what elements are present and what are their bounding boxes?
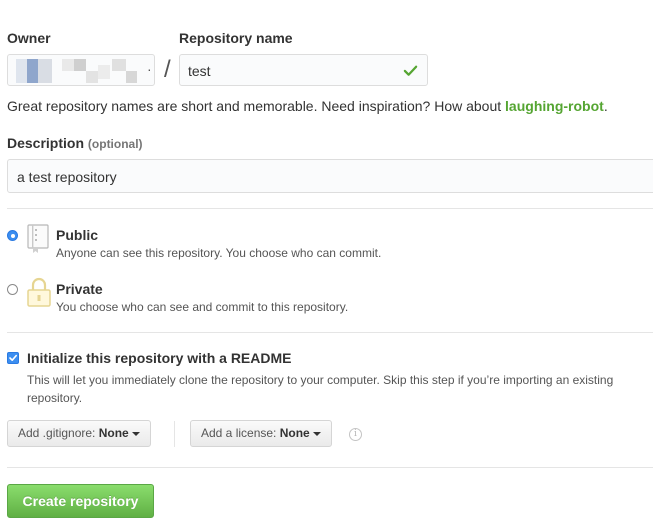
owner-label: Owner	[7, 30, 51, 46]
description-label: Description (optional)	[7, 135, 143, 151]
repo-name-value: test	[188, 63, 211, 79]
public-desc: Anyone can see this repository. You choo…	[56, 246, 382, 260]
owner-select[interactable]: ·	[7, 54, 155, 86]
divider	[7, 467, 653, 468]
repo-hint-suffix: .	[603, 98, 608, 114]
repo-book-icon	[27, 224, 49, 253]
optional-tag: (optional)	[87, 137, 143, 151]
divider	[7, 208, 653, 209]
repo-name-input[interactable]: test	[179, 54, 428, 86]
private-radio[interactable]	[7, 284, 18, 295]
license-dropdown[interactable]: Add a license: None	[190, 420, 332, 447]
caret-down-icon	[131, 431, 140, 436]
description-input[interactable]: a test repository	[7, 159, 653, 193]
readme-checkbox[interactable]	[7, 352, 19, 364]
vertical-divider	[174, 421, 175, 447]
name-suggestion-link[interactable]: laughing-robot	[505, 98, 604, 114]
divider	[7, 332, 653, 333]
public-title: Public	[56, 227, 99, 243]
license-prefix: Add a license:	[201, 426, 280, 440]
owner-dropdown-dot: ·	[147, 61, 152, 77]
lock-icon	[27, 277, 51, 307]
private-desc: You choose who can see and commit to thi…	[56, 300, 349, 314]
public-radio[interactable]	[7, 230, 18, 241]
caret-down-icon	[312, 431, 321, 436]
repo-name-hint: Great repository names are short and mem…	[7, 98, 608, 114]
description-value: a test repository	[17, 169, 117, 185]
repo-name-label: Repository name	[179, 30, 293, 46]
gitignore-prefix: Add .gitignore:	[18, 426, 99, 440]
check-icon	[403, 65, 418, 76]
gitignore-value: None	[98, 426, 129, 440]
description-label-text: Description	[7, 135, 85, 151]
gitignore-dropdown[interactable]: Add .gitignore: None	[7, 420, 151, 447]
readme-label[interactable]: Initialize this repository with a README	[27, 350, 291, 366]
private-title: Private	[56, 281, 103, 297]
repo-hint-text: Great repository names are short and mem…	[7, 98, 506, 114]
create-repository-button[interactable]: Create repository	[7, 484, 154, 518]
license-value: None	[279, 426, 310, 440]
owner-repo-separator: /	[164, 56, 171, 83]
info-icon[interactable]: i	[349, 428, 362, 441]
checkbox-check-icon	[9, 354, 17, 361]
readme-desc: This will let you immediately clone the …	[27, 373, 614, 405]
